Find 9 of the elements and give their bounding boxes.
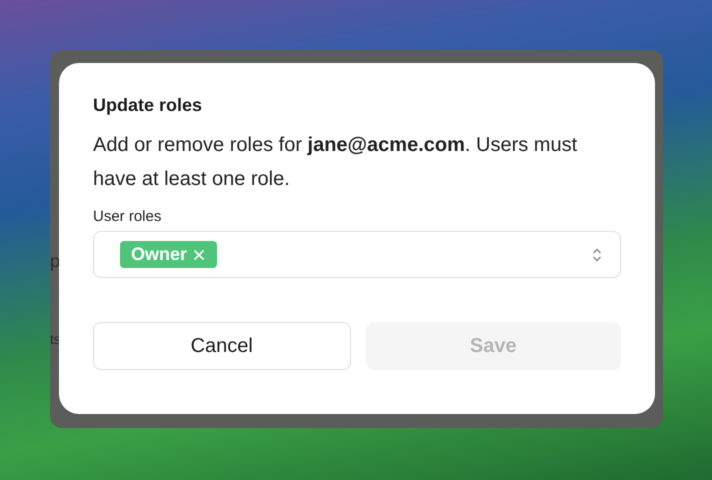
close-icon[interactable] [193, 248, 206, 260]
dialog-title: Update roles [93, 95, 204, 116]
chevron-updown-icon [592, 246, 602, 262]
dialog-description: Add or remove roles for jane@acme.com. Users must have at least one role. [93, 133, 578, 192]
field-label: User roles [93, 208, 162, 225]
cancel-button[interactable]: Cancel [93, 322, 350, 370]
role-chip[interactable]: Owner [120, 241, 218, 268]
roles-select[interactable]: Owner [93, 231, 621, 278]
chip-label: Owner [131, 244, 188, 265]
